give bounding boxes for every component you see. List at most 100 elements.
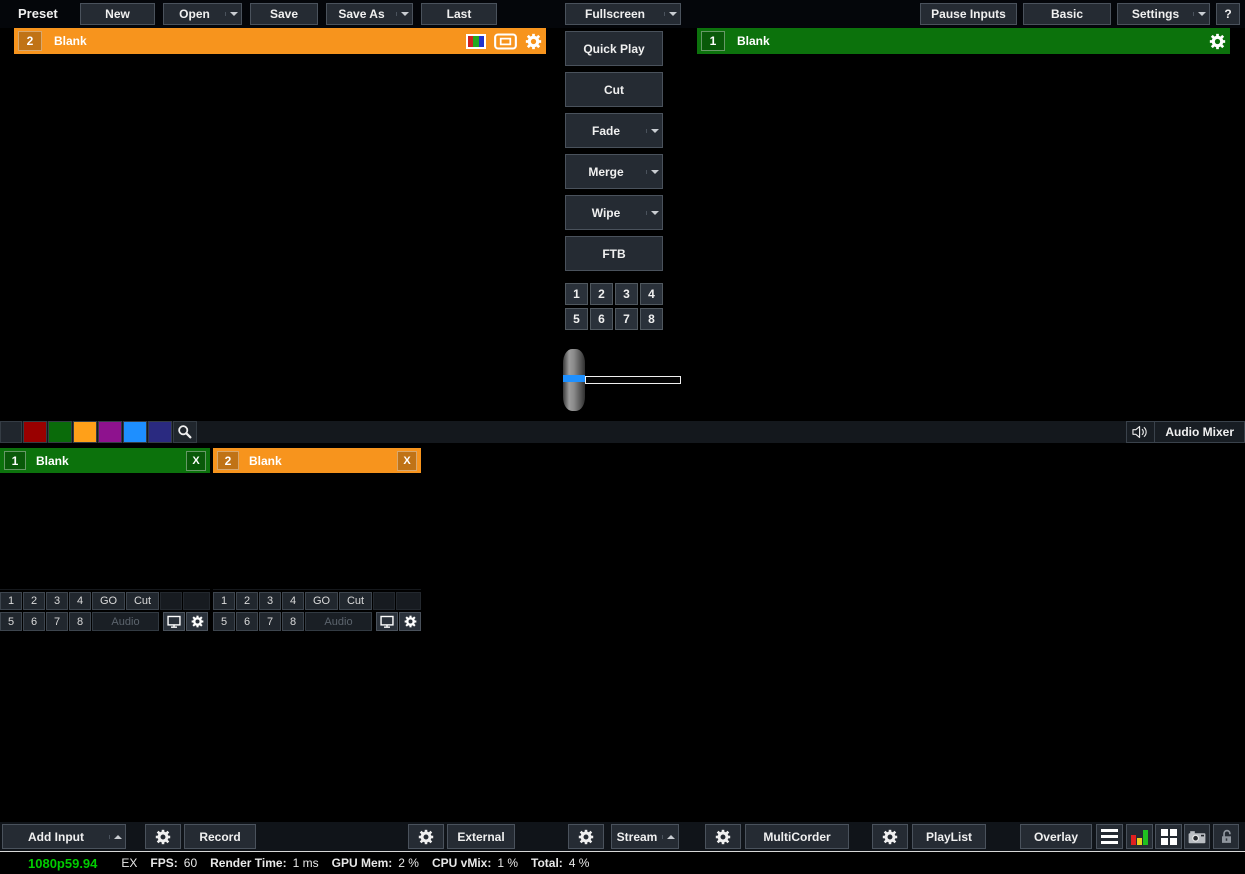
snapshot-button[interactable]: [1184, 824, 1210, 849]
audio-mixer-label[interactable]: Audio Mixer: [1155, 425, 1244, 439]
input-2-thumbnail[interactable]: [213, 473, 421, 590]
stream-dropdown-arrow[interactable]: [662, 835, 678, 839]
lock-button[interactable]: [1213, 824, 1239, 849]
tbar-track[interactable]: [585, 376, 681, 384]
fullscreen-button-label[interactable]: Fullscreen: [566, 7, 664, 21]
input-2-overlay-6[interactable]: 6: [236, 612, 258, 631]
close-icon[interactable]: X: [397, 451, 417, 471]
input-1-overlay-3[interactable]: 3: [46, 592, 68, 610]
wipe-button[interactable]: Wipe: [565, 195, 663, 230]
save-button[interactable]: Save: [250, 3, 318, 25]
input-1-overlay-7[interactable]: 7: [46, 612, 68, 631]
category-swatch-orange[interactable]: [73, 421, 97, 443]
quick-play-button[interactable]: Quick Play: [565, 31, 663, 66]
basic-button[interactable]: Basic: [1023, 3, 1111, 25]
help-button[interactable]: ?: [1216, 3, 1240, 25]
input-2-overlay-5[interactable]: 5: [213, 612, 235, 631]
fullscreen-dropdown-arrow[interactable]: [664, 12, 680, 16]
category-swatch-green[interactable]: [48, 421, 72, 443]
settings-button[interactable]: Settings: [1117, 3, 1210, 25]
record-button[interactable]: Record: [184, 824, 256, 849]
close-icon[interactable]: X: [186, 451, 206, 471]
open-button[interactable]: Open: [163, 3, 242, 25]
external-settings-button[interactable]: [408, 824, 444, 849]
category-swatch-blue[interactable]: [123, 421, 147, 443]
input-2-overlay-2[interactable]: 2: [236, 592, 258, 610]
record-settings-button[interactable]: [145, 824, 181, 849]
playlist-settings-button[interactable]: [872, 824, 908, 849]
audio-mixer-toggle[interactable]: Audio Mixer: [1126, 421, 1245, 443]
input-2-titlebar[interactable]: 2 Blank X: [213, 448, 421, 473]
settings-dropdown-arrow[interactable]: [1193, 12, 1209, 16]
last-button[interactable]: Last: [421, 3, 497, 25]
input-2-audio-button[interactable]: Audio: [305, 612, 372, 631]
tbar-fader-handle[interactable]: [563, 349, 585, 411]
save-as-button[interactable]: Save As: [326, 3, 413, 25]
multicorder-button[interactable]: MultiCorder: [745, 824, 849, 849]
fullscreen-monitor-icon[interactable]: [376, 612, 398, 631]
gear-icon[interactable]: [399, 612, 421, 631]
transition-number-2[interactable]: 2: [590, 283, 613, 305]
input-1-cut-button[interactable]: Cut: [126, 592, 159, 610]
input-1-audio-button[interactable]: Audio: [92, 612, 159, 631]
fade-button[interactable]: Fade: [565, 113, 663, 148]
transition-number-3[interactable]: 3: [615, 283, 638, 305]
settings-button-label[interactable]: Settings: [1118, 7, 1193, 21]
input-2-overlay-4[interactable]: 4: [282, 592, 304, 610]
input-1-thumbnail[interactable]: [0, 473, 210, 590]
input-2-go-button[interactable]: GO: [305, 592, 338, 610]
colour-bars-icon[interactable]: [466, 34, 486, 49]
wipe-dropdown-arrow[interactable]: [646, 211, 662, 215]
add-input-button-label[interactable]: Add Input: [3, 830, 109, 844]
input-1-go-button[interactable]: GO: [92, 592, 125, 610]
transition-number-6[interactable]: 6: [590, 308, 613, 330]
input-1-overlay-4[interactable]: 4: [69, 592, 91, 610]
overlay-button[interactable]: Overlay: [1020, 824, 1092, 849]
new-button[interactable]: New: [80, 3, 155, 25]
transition-number-8[interactable]: 8: [640, 308, 663, 330]
input-1-titlebar[interactable]: 1 Blank X: [0, 448, 210, 473]
input-1-overlay-6[interactable]: 6: [23, 612, 45, 631]
save-as-dropdown-arrow[interactable]: [396, 12, 412, 16]
fullscreen-button[interactable]: Fullscreen: [565, 3, 681, 25]
multicorder-settings-button[interactable]: [705, 824, 741, 849]
input-1-overlay-5[interactable]: 5: [0, 612, 22, 631]
category-swatch-navy[interactable]: [148, 421, 172, 443]
cut-button[interactable]: Cut: [565, 72, 663, 107]
stream-button[interactable]: Stream: [611, 824, 679, 849]
transition-number-1[interactable]: 1: [565, 283, 588, 305]
category-swatch-red[interactable]: [23, 421, 47, 443]
add-input-dropdown-arrow[interactable]: [109, 835, 125, 839]
merge-button[interactable]: Merge: [565, 154, 663, 189]
input-2-overlay-7[interactable]: 7: [259, 612, 281, 631]
search-button[interactable]: [173, 421, 197, 443]
merge-dropdown-arrow[interactable]: [646, 170, 662, 174]
fade-button-label[interactable]: Fade: [566, 124, 646, 138]
input-1-overlay-8[interactable]: 8: [69, 612, 91, 631]
stream-button-label[interactable]: Stream: [612, 830, 662, 844]
gear-icon[interactable]: [525, 33, 542, 50]
external-button[interactable]: External: [447, 824, 515, 849]
multiview-layout-button[interactable]: [1155, 824, 1182, 849]
stream-settings-button[interactable]: [568, 824, 604, 849]
gear-icon[interactable]: [1209, 33, 1226, 50]
input-2-overlay-3[interactable]: 3: [259, 592, 281, 610]
input-1-overlay-2[interactable]: 2: [23, 592, 45, 610]
category-swatch-purple[interactable]: [98, 421, 122, 443]
pause-inputs-button[interactable]: Pause Inputs: [920, 3, 1017, 25]
open-button-label[interactable]: Open: [164, 7, 225, 21]
fullscreen-monitor-icon[interactable]: [163, 612, 185, 631]
category-swatch-none[interactable]: [0, 421, 22, 443]
speaker-icon[interactable]: [1127, 422, 1155, 442]
fade-dropdown-arrow[interactable]: [646, 129, 662, 133]
monitor-icon[interactable]: [494, 33, 517, 50]
gear-icon[interactable]: [186, 612, 208, 631]
audio-meters-button[interactable]: [1126, 824, 1153, 849]
input-2-overlay-8[interactable]: 8: [282, 612, 304, 631]
open-dropdown-arrow[interactable]: [225, 12, 241, 16]
input-2-cut-button[interactable]: Cut: [339, 592, 372, 610]
add-input-button[interactable]: Add Input: [2, 824, 126, 849]
transition-number-7[interactable]: 7: [615, 308, 638, 330]
transition-number-4[interactable]: 4: [640, 283, 663, 305]
transition-number-5[interactable]: 5: [565, 308, 588, 330]
